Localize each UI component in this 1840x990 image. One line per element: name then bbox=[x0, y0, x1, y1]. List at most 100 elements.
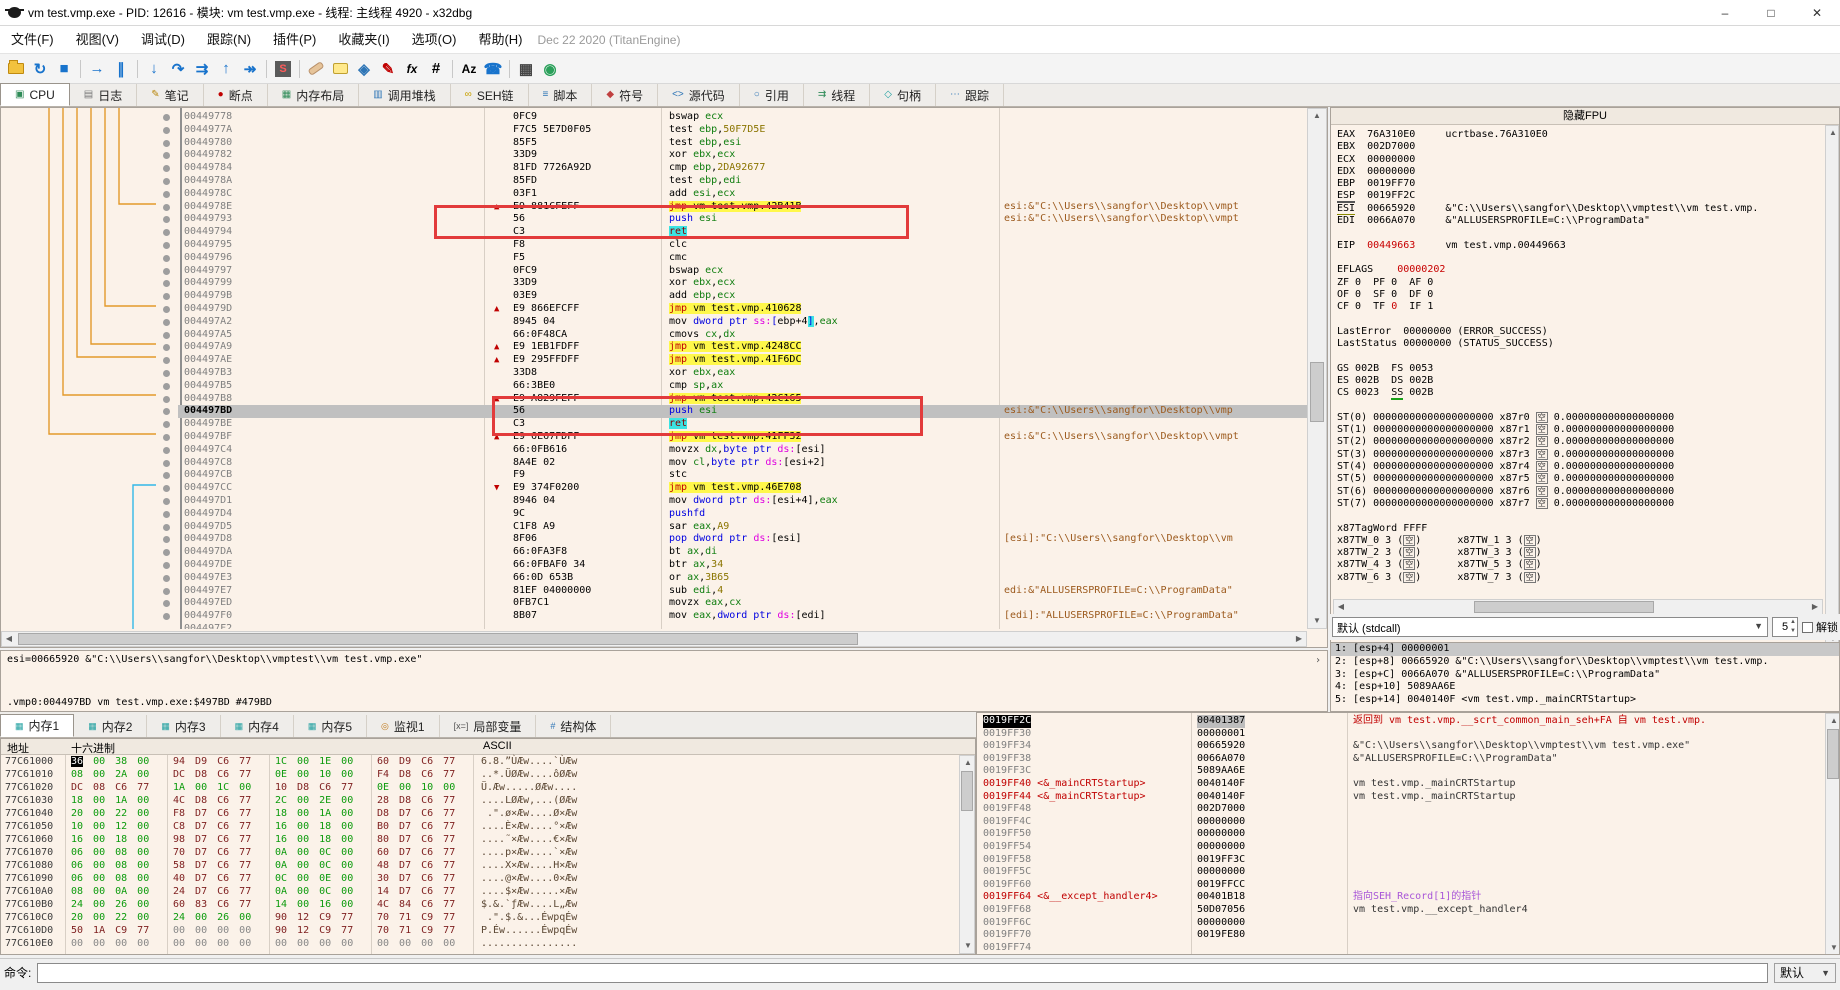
breakpoint-dot[interactable] bbox=[163, 434, 170, 441]
run-to-user-code-icon[interactable]: ↠ bbox=[238, 57, 262, 81]
dump-row[interactable]: 77C610D050 1A C9 7700 00 00 0090 12 C9 7… bbox=[1, 924, 976, 937]
disasm-row[interactable]: 004497B333D8xor ebx,eax bbox=[156, 367, 1307, 380]
register-line[interactable]: ESI 00665920 &"C:\\Users\\sangfor\\Deskt… bbox=[1337, 203, 1831, 215]
stack-row[interactable]: 0019FF580019FF3C bbox=[977, 854, 1840, 867]
tab-内存布局[interactable]: ▦内存布局 bbox=[268, 84, 359, 106]
disasm-row[interactable]: 004497F08B07mov eax,dword ptr ds:[edi][e… bbox=[156, 610, 1307, 623]
disasm-row[interactable]: 004497D5C1F8 A9sar eax,A9 bbox=[156, 521, 1307, 534]
tab-脚本[interactable]: ≡脚本 bbox=[529, 84, 593, 106]
menu-item[interactable]: 跟踪(N) bbox=[196, 26, 262, 54]
dump-row[interactable]: 77C6107006 00 08 0070 D7 C6 770A 00 0C 0… bbox=[1, 846, 976, 859]
fx-icon[interactable]: fx bbox=[400, 57, 424, 81]
script-icon[interactable]: S bbox=[271, 57, 295, 81]
minimize-button[interactable]: – bbox=[1702, 0, 1748, 26]
stack-row[interactable]: 0019FF6C00000000 bbox=[977, 917, 1840, 930]
breakpoint-dot[interactable] bbox=[163, 370, 170, 377]
menu-item[interactable]: 帮助(H) bbox=[467, 26, 533, 54]
register-line[interactable]: ECX 00000000 bbox=[1337, 154, 1831, 166]
argument-row[interactable]: 4: [esp+10] 5089AA6E bbox=[1331, 681, 1839, 694]
tab-源代码[interactable]: <>源代码 bbox=[658, 84, 740, 106]
breakpoint-dot[interactable] bbox=[163, 242, 170, 249]
registers-panel[interactable]: 隐藏FPU EAX 76A310E0 ucrtbase.76A310E0EBX … bbox=[1330, 107, 1840, 648]
stack-row[interactable]: 0019FF5C00000000 bbox=[977, 866, 1840, 879]
stack-row[interactable]: 0019FF2C00401387返回到 vm test.vmp.__scrt_c… bbox=[977, 715, 1840, 728]
stack-row[interactable]: 0019FF3000000001 bbox=[977, 728, 1840, 741]
stack-vscrollbar[interactable]: ▲ ▼ bbox=[1825, 713, 1840, 955]
register-line[interactable]: EDI 0066A070 &"ALLUSERSPROFILE=C:\\Progr… bbox=[1337, 215, 1831, 227]
breakpoint-dot[interactable] bbox=[163, 140, 170, 147]
tab-内存3[interactable]: ▦内存3 bbox=[147, 715, 220, 737]
dump-row[interactable]: 77C6106016 00 18 0098 D7 C6 7716 00 18 0… bbox=[1, 833, 976, 846]
disasm-row[interactable]: 0044978481FD 7726A92Dcmp ebp,2DA92677 bbox=[156, 162, 1307, 175]
breakpoint-dot[interactable] bbox=[163, 114, 170, 121]
register-line[interactable]: CS 0023 SS 002B bbox=[1337, 387, 1831, 399]
stack-row[interactable]: 0019FF5000000000 bbox=[977, 828, 1840, 841]
globe-icon[interactable]: ◉ bbox=[538, 57, 562, 81]
dump-row[interactable]: 77C610C020 00 22 0024 00 26 0090 12 C9 7… bbox=[1, 911, 976, 924]
disasm-row[interactable]: 0044978085F5test ebp,esi bbox=[156, 137, 1307, 150]
breakpoint-dot[interactable] bbox=[163, 460, 170, 467]
argument-row[interactable]: 1: [esp+4] 00000001 bbox=[1331, 643, 1839, 656]
breakpoint-dot[interactable] bbox=[163, 178, 170, 185]
tab-调用堆栈[interactable]: ▥调用堆栈 bbox=[359, 84, 450, 106]
register-line[interactable]: ZF 0 PF 0 AF 0 bbox=[1337, 277, 1831, 289]
stack-row[interactable]: 0019FF700019FE80 bbox=[977, 929, 1840, 942]
register-line[interactable]: EBX 002D7000 bbox=[1337, 141, 1831, 153]
breakpoint-dot[interactable] bbox=[163, 255, 170, 262]
register-line[interactable]: ST(2) 00000000000000000000 x87r2 空 0.000… bbox=[1337, 436, 1831, 448]
stack-panel[interactable]: 0019FF2C00401387返回到 vm test.vmp.__scrt_c… bbox=[976, 712, 1840, 955]
unlock-checkbox[interactable]: 解锁 bbox=[1802, 619, 1838, 635]
disasm-row[interactable]: 0044977AF7C5 5E7D0F05test ebp,50F7D5E bbox=[156, 124, 1307, 137]
dump-row[interactable]: 77C6103018 00 1A 004C D8 C6 772C 00 2E 0… bbox=[1, 794, 976, 807]
registers-vscrollbar[interactable]: ▲ ▼ bbox=[1825, 125, 1839, 647]
dump-row[interactable]: 77C61020DC 08 C6 771A 00 1C 0010 D8 C6 7… bbox=[1, 781, 976, 794]
disasm-row[interactable]: 004497D49Cpushfd bbox=[156, 508, 1307, 521]
tab-局部变量[interactable]: [x=]局部变量 bbox=[440, 715, 537, 737]
hash-icon[interactable]: # bbox=[424, 57, 448, 81]
disasm-row[interactable]: 0044979933D9xor ebx,ecx bbox=[156, 277, 1307, 290]
disasm-vscrollbar[interactable]: ▲ ▼ bbox=[1307, 108, 1327, 629]
breakpoint-pen-icon[interactable]: ✎ bbox=[376, 57, 400, 81]
disasm-row[interactable]: 004497CC▼E9 374F0200jmp vm test.vmp.46E7… bbox=[156, 482, 1307, 495]
trace-into-icon[interactable]: ⇉ bbox=[190, 57, 214, 81]
register-line[interactable]: GS 002B FS 0053 bbox=[1337, 363, 1831, 375]
breakpoint-dot[interactable] bbox=[163, 498, 170, 505]
register-line[interactable] bbox=[1337, 350, 1831, 362]
register-line[interactable]: LastError 00000000 (ERROR_SUCCESS) bbox=[1337, 326, 1831, 338]
close-button[interactable]: ✕ bbox=[1794, 0, 1840, 26]
dump-row[interactable]: 77C610B024 00 26 0060 83 C6 7714 00 16 0… bbox=[1, 898, 976, 911]
register-line[interactable]: x87TagWord FFFF bbox=[1337, 523, 1831, 535]
argument-row[interactable]: 5: [esp+14] 0040140F <vm test.vmp._mainC… bbox=[1331, 694, 1839, 707]
dump-row[interactable]: 77C610E000 00 00 0000 00 00 0000 00 00 0… bbox=[1, 937, 976, 950]
disasm-row[interactable]: 004497CBF9stc bbox=[156, 469, 1307, 482]
register-line[interactable]: ES 002B DS 002B bbox=[1337, 375, 1831, 387]
stack-row[interactable]: 0019FF3C5089AA6E bbox=[977, 765, 1840, 778]
dump-row[interactable]: 77C6108006 00 08 0058 D7 C6 770A 00 0C 0… bbox=[1, 859, 976, 872]
breakpoint-dot[interactable] bbox=[163, 306, 170, 313]
disasm-row[interactable]: 0044978A85FDtest ebp,edi bbox=[156, 175, 1307, 188]
breakpoint-dot[interactable] bbox=[163, 524, 170, 531]
register-line[interactable]: x87TW_2 3 (空) x87TW_3 3 (空) bbox=[1337, 547, 1831, 559]
maximize-button[interactable]: □ bbox=[1748, 0, 1794, 26]
menu-item[interactable]: 收藏夹(I) bbox=[327, 26, 400, 54]
stack-row[interactable]: 0019FF74 bbox=[977, 942, 1840, 955]
breakpoint-dot[interactable] bbox=[163, 332, 170, 339]
breakpoint-dot[interactable] bbox=[163, 204, 170, 211]
register-line[interactable]: EBP 0019FF70 bbox=[1337, 178, 1831, 190]
disasm-row[interactable]: 004497DE66:0FBAF0 34btr ax,34 bbox=[156, 559, 1307, 572]
dump-row[interactable]: 77C6104020 00 22 00F8 D7 C6 7718 00 1A 0… bbox=[1, 807, 976, 820]
disasm-row[interactable]: 004497E781EF 04000000sub edi,4edi:&"ALLU… bbox=[156, 585, 1307, 598]
register-line[interactable]: ST(3) 00000000000000000000 x87r3 空 0.000… bbox=[1337, 449, 1831, 461]
argument-row[interactable]: 3: [esp+C] 0066A070 &"ALLUSERSPROFILE=C:… bbox=[1331, 669, 1839, 682]
dump-row[interactable]: 77C6100036 00 38 0094 D9 C6 771C 00 1E 0… bbox=[1, 755, 976, 768]
disasm-row[interactable]: 004497A9▲E9 1EB1FDFFjmp vm test.vmp.4248… bbox=[156, 341, 1307, 354]
tab-符号[interactable]: ◆符号 bbox=[592, 84, 658, 106]
breakpoint-dot[interactable] bbox=[163, 511, 170, 518]
disasm-row[interactable]: 0044978C03F1add esi,ecx bbox=[156, 188, 1307, 201]
register-line[interactable]: ST(6) 00000000000000000000 x87r6 空 0.000… bbox=[1337, 486, 1831, 498]
breakpoint-dot[interactable] bbox=[163, 447, 170, 454]
disasm-row[interactable]: 004497780FC9bswap ecx bbox=[156, 111, 1307, 124]
stack-row[interactable]: 0019FF48002D7000 bbox=[977, 803, 1840, 816]
disasm-hscrollbar[interactable]: ◀ ▶ bbox=[1, 631, 1307, 647]
breakpoint-dot[interactable] bbox=[163, 319, 170, 326]
